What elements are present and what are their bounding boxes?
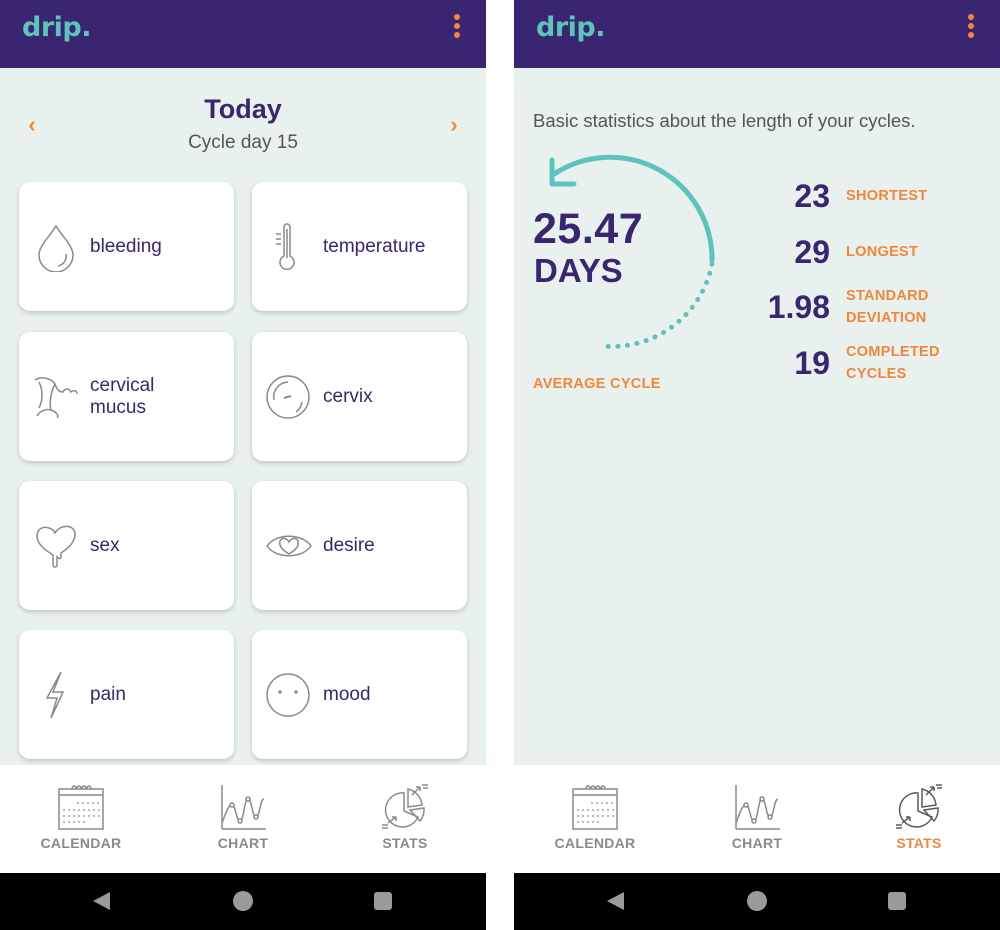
mucus-icon xyxy=(34,377,78,419)
nav-calendar[interactable]: CALENDAR xyxy=(540,783,650,863)
stat-value: 1.98 xyxy=(767,288,830,325)
stats-screen: drip. Basic statistics about the length … xyxy=(514,0,1000,930)
home-icon[interactable] xyxy=(747,891,767,911)
stat-label-line: CYCLES xyxy=(846,366,907,382)
average-cycle-label: AVERAGE CYCLE xyxy=(533,376,661,392)
stat-label-line: SHORTEST xyxy=(846,188,928,204)
back-icon[interactable] xyxy=(93,892,110,910)
symptom-tile-cervical-mucus[interactable]: cervical mucus xyxy=(19,332,234,461)
nav-calendar[interactable]: CALENDAR xyxy=(26,783,136,863)
heart-drip-icon xyxy=(36,525,76,568)
system-nav-bar xyxy=(514,873,1000,930)
symptom-tile-cervix[interactable]: cervix xyxy=(252,332,467,461)
symptom-label: temperature xyxy=(323,235,426,257)
stat-label: COMPLETED CYCLES xyxy=(846,338,940,388)
stat-label-line: STANDARD xyxy=(846,288,929,304)
average-cycle-value: 25.47 xyxy=(533,205,644,253)
average-cycle-unit: DAYS xyxy=(534,252,623,289)
kebab-menu-icon[interactable] xyxy=(964,14,978,42)
stat-value: 19 xyxy=(794,344,830,381)
nav-stats[interactable]: STATS xyxy=(350,783,460,863)
symptom-label: pain xyxy=(90,683,126,705)
cycle-day-screen: drip. ‹ Today Cycle day 15 › bleeding te… xyxy=(0,0,486,930)
symptom-tile-pain[interactable]: pain xyxy=(19,630,234,759)
symptom-label: cervical mucus xyxy=(90,374,155,418)
kebab-menu-icon[interactable] xyxy=(450,14,464,42)
symptom-label: desire xyxy=(323,534,375,556)
symptom-label: cervix xyxy=(323,385,373,407)
stat-label-line: LONGEST xyxy=(846,244,919,260)
app-logo: drip. xyxy=(536,12,605,43)
chevron-right-icon[interactable]: › xyxy=(444,114,464,136)
bottom-nav: CALENDAR CHART STATS xyxy=(514,765,1000,873)
lightning-icon xyxy=(45,671,65,719)
nav-label: STATS xyxy=(382,835,428,851)
nav-stats[interactable]: STATS xyxy=(864,783,974,863)
symptom-tile-desire[interactable]: desire xyxy=(252,481,467,610)
stat-label: STANDARD DEVIATION xyxy=(846,282,929,332)
nav-chart[interactable]: CHART xyxy=(188,783,298,863)
nav-label: STATS xyxy=(896,835,942,851)
symptom-tile-bleeding[interactable]: bleeding xyxy=(19,182,234,311)
symptom-tile-mood[interactable]: mood xyxy=(252,630,467,759)
stats-icon xyxy=(382,784,428,829)
calendar-icon xyxy=(58,785,104,830)
stats-icon xyxy=(896,784,942,829)
cycle-day-label: Cycle day 15 xyxy=(188,132,298,153)
app-bar: drip. xyxy=(0,0,486,68)
stat-label-line: COMPLETED xyxy=(846,344,940,360)
symptom-tile-sex[interactable]: sex xyxy=(19,481,234,610)
recents-icon[interactable] xyxy=(888,892,906,910)
bottom-nav: CALENDAR CHART STATS xyxy=(0,765,486,873)
thermometer-icon xyxy=(276,223,295,271)
nav-label: CHART xyxy=(217,835,269,851)
app-bar: drip. xyxy=(514,0,1000,68)
chart-icon xyxy=(221,785,266,830)
nav-label: CHART xyxy=(731,835,783,851)
back-icon[interactable] xyxy=(607,892,624,910)
stat-longest: 29 LONGEST xyxy=(734,227,994,277)
nav-chart[interactable]: CHART xyxy=(702,783,812,863)
cervix-icon xyxy=(266,375,310,419)
symptom-label: sex xyxy=(90,534,120,556)
stat-label: LONGEST xyxy=(846,227,918,277)
symptom-tile-temperature[interactable]: temperature xyxy=(252,182,467,311)
stat-value: 23 xyxy=(794,177,830,214)
recents-icon[interactable] xyxy=(374,892,392,910)
home-icon[interactable] xyxy=(233,891,253,911)
stat-value: 29 xyxy=(794,233,830,270)
nav-label: CALENDAR xyxy=(554,835,636,851)
eye-heart-icon xyxy=(266,535,312,557)
day-title: Today xyxy=(204,94,282,124)
day-navigation: ‹ Today Cycle day 15 › xyxy=(0,68,486,168)
stats-intro: Basic statistics about the length of you… xyxy=(533,110,916,131)
nav-label: CALENDAR xyxy=(40,835,122,851)
symptom-label: mood xyxy=(323,683,371,705)
stat-standard-deviation: 1.98 STANDARD DEVIATION xyxy=(734,282,994,332)
symptom-label: bleeding xyxy=(90,235,162,257)
chart-icon xyxy=(735,785,780,830)
calendar-icon xyxy=(572,785,618,830)
drop-icon xyxy=(38,224,74,272)
stat-shortest: 23 SHORTEST xyxy=(734,171,994,221)
stat-completed-cycles: 19 COMPLETED CYCLES xyxy=(734,338,994,388)
stat-label: SHORTEST xyxy=(846,171,927,221)
stat-label-line: DEVIATION xyxy=(846,310,927,326)
app-logo: drip. xyxy=(22,12,91,43)
face-icon xyxy=(266,673,310,717)
system-nav-bar xyxy=(0,873,486,930)
